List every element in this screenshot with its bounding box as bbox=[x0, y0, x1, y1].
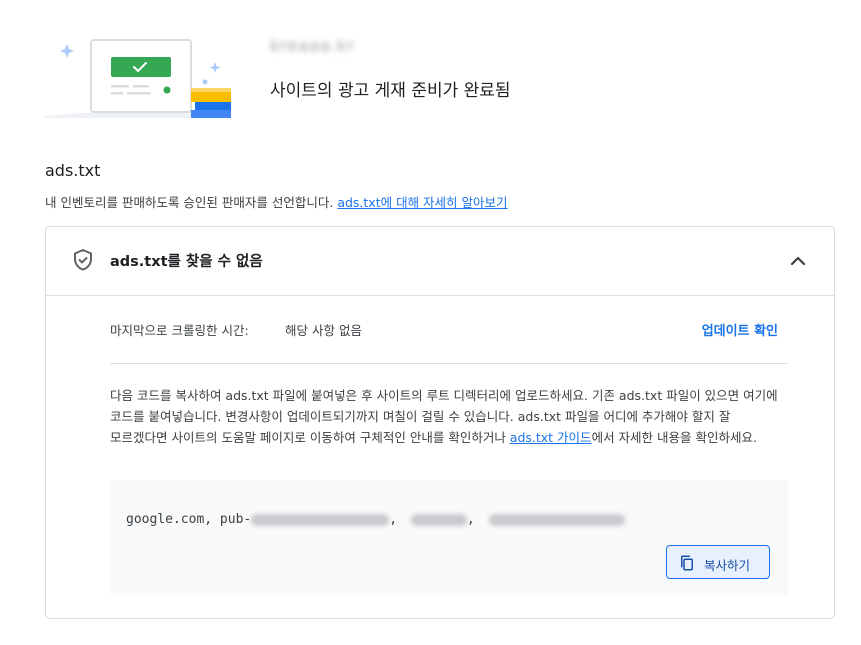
redacted-certification-id bbox=[488, 513, 625, 526]
code-snippet: google.com, pub-, , bbox=[126, 512, 625, 527]
redacted-publisher-id bbox=[251, 513, 390, 526]
divider bbox=[110, 363, 788, 364]
instructions-part-2: 에서 자세한 내용을 확인하세요. bbox=[591, 430, 757, 445]
last-crawl-label: 마지막으로 크롤링한 시간: bbox=[110, 323, 249, 338]
shield-check-icon bbox=[74, 249, 92, 271]
card-title: ads.txt를 찾을 수 없음 bbox=[110, 254, 263, 270]
code-prefix: google.com, pub- bbox=[126, 512, 252, 527]
page-title: 사이트의 광고 게재 준비가 완료됨 bbox=[270, 81, 511, 101]
check-update-button[interactable]: 업데이트 확인 bbox=[702, 320, 778, 339]
ads-txt-card: ads.txt를 찾을 수 없음 마지막으로 크롤링한 시간: 해당 사항 없음… bbox=[45, 226, 835, 619]
section-description-text: 내 인벤토리를 판매하도록 승인된 판매자를 선언합니다. bbox=[45, 195, 338, 210]
code-snippet-box: google.com, pub-, , 복사하기 bbox=[110, 480, 788, 595]
section-description: 내 인벤토리를 판매하도록 승인된 판매자를 선언합니다. ads.txt에 대… bbox=[45, 192, 508, 211]
code-separator-1: , bbox=[389, 512, 398, 527]
copy-icon bbox=[681, 555, 693, 571]
learn-more-link[interactable]: ads.txt에 대해 자세히 알아보기 bbox=[337, 195, 507, 210]
chevron-up-icon[interactable] bbox=[786, 249, 810, 273]
card-header[interactable]: ads.txt를 찾을 수 없음 bbox=[46, 227, 834, 296]
last-crawl-value: 해당 사항 없음 bbox=[285, 323, 362, 338]
copy-button[interactable]: 복사하기 bbox=[666, 545, 770, 579]
code-separator-2: , bbox=[466, 512, 475, 527]
site-domain: kreaaa.kr bbox=[270, 36, 355, 55]
ads-txt-guide-link[interactable]: ads.txt 가이드 bbox=[510, 430, 592, 445]
section-title: ads.txt bbox=[45, 161, 101, 180]
redacted-relationship bbox=[410, 513, 467, 526]
site-ready-illustration bbox=[45, 39, 231, 118]
instructions-text: 다음 코드를 복사하여 ads.txt 파일에 붙여넣은 후 사이트의 루트 디… bbox=[110, 385, 790, 448]
copy-button-label: 복사하기 bbox=[704, 558, 751, 573]
